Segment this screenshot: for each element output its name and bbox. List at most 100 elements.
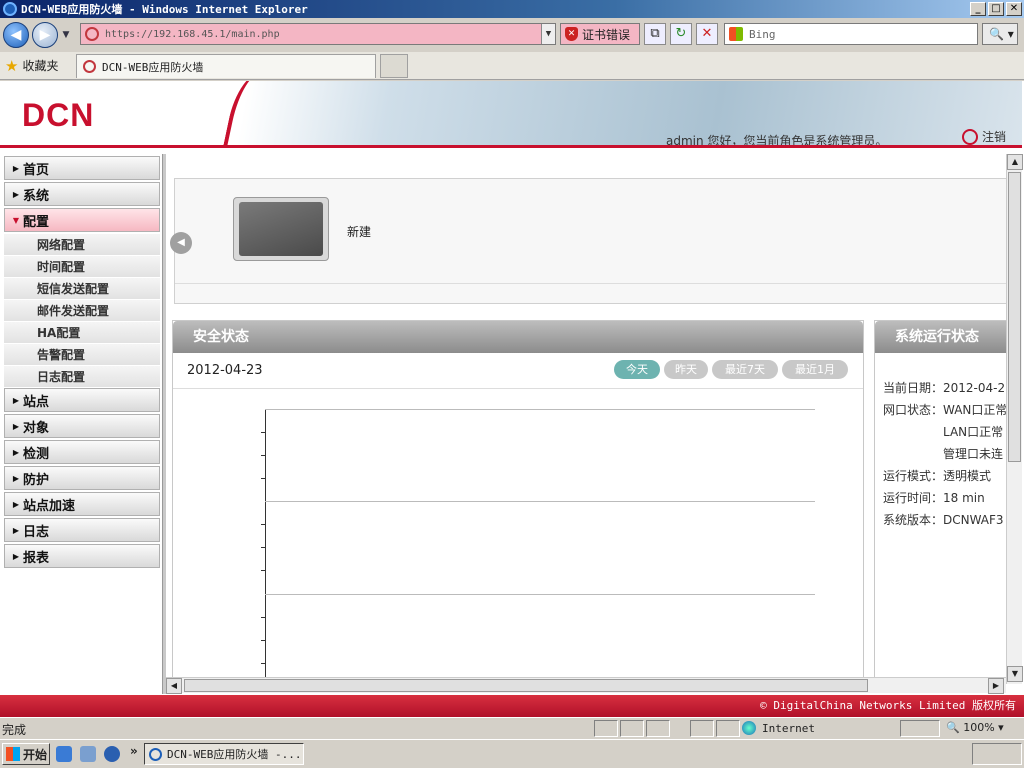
server-manager-icon[interactable] [80, 746, 96, 762]
status-value: DCNWAF3 [943, 513, 1004, 527]
scroll-down-icon[interactable]: ▼ [1007, 666, 1023, 682]
caret-right-icon: ▶ [12, 499, 20, 509]
status-segment [594, 720, 618, 737]
sidebar-subitem-ha[interactable]: HA配置 [4, 322, 160, 344]
vertical-scroll-thumb[interactable] [1008, 172, 1021, 462]
sidebar-item-logs[interactable]: ▶ 日志 [4, 518, 160, 542]
logout-link[interactable]: 注销 [962, 128, 1006, 145]
status-key: 当前日期： [883, 381, 944, 395]
chart-gridline [265, 501, 815, 502]
taskbar-item-ie[interactable]: DCN-WEB应用防火墙 -... [144, 743, 304, 765]
shield-error-icon: ✕ [565, 27, 578, 41]
history-dropdown-icon[interactable]: ▼ [60, 30, 72, 40]
sidebar-item-protect[interactable]: ▶ 防护 [4, 466, 160, 490]
protected-mode-button[interactable] [900, 720, 940, 737]
dcn-logo: DCN [22, 97, 95, 133]
security-date: 2012-04-23 [187, 363, 263, 378]
sidebar-item-label: 首页 [23, 162, 50, 178]
windows-flag-icon [6, 747, 20, 761]
status-row-mgmt: 管理口未连 [883, 445, 1003, 462]
monitor-icon [239, 202, 323, 256]
back-button[interactable]: ◀ [3, 22, 29, 48]
status-row-date: 当前日期：2012-04-2 [883, 379, 1005, 396]
compatibility-view-icon[interactable]: ⧉ [644, 23, 666, 45]
address-toolbar: ◀ ▶ ▼ https://192.168.45.1/main.php ▼ ✕ … [0, 18, 1024, 52]
range-7days-button[interactable]: 最近7天 [712, 360, 778, 379]
scroll-right-icon[interactable]: ▶ [988, 678, 1004, 694]
minimize-button[interactable]: _ [970, 2, 986, 16]
sidebar-item-label: 对象 [23, 420, 50, 436]
status-segment [690, 720, 714, 737]
sidebar-item-report[interactable]: ▶ 报表 [4, 544, 160, 568]
page-viewport: DCN admin 您好，您当前角色是系统管理员。 注销 ▶ 首页 ▶ 系统 ▼ 配置… [0, 81, 1024, 717]
chart-tick [261, 617, 265, 618]
status-value: WAN口正常 [943, 403, 1006, 417]
new-tab-button[interactable] [380, 54, 408, 78]
new-label[interactable]: 新建 [347, 223, 371, 240]
sidebar-subitem-log[interactable]: 日志配置 [4, 366, 160, 388]
status-row-lan: LAN口正常 [883, 423, 1003, 440]
favorites-label[interactable]: 收藏夹 [22, 57, 58, 74]
sidebar-item-home[interactable]: ▶ 首页 [4, 156, 160, 180]
sidebar-item-detect[interactable]: ▶ 检测 [4, 440, 160, 464]
maximize-button[interactable]: □ [988, 2, 1004, 16]
system-status-title: 系统运行状态 [875, 321, 1006, 353]
certificate-error-button[interactable]: ✕ 证书错误 [560, 23, 640, 45]
quicklaunch-overflow-icon[interactable]: » [130, 744, 138, 758]
address-text[interactable]: https://192.168.45.1/main.php [105, 29, 541, 40]
status-segment [716, 720, 740, 737]
sidebar-subitem-network[interactable]: 网络配置 [4, 234, 160, 256]
search-button[interactable]: 🔍 ▾ [982, 23, 1018, 45]
chart-y-axis [265, 409, 266, 682]
caret-down-icon: ▼ [12, 215, 20, 225]
system-tray[interactable] [972, 743, 1022, 765]
range-today-button[interactable]: 今天 [614, 360, 660, 379]
search-input[interactable]: Bing [724, 23, 978, 45]
sidebar-subitem-mail[interactable]: 邮件发送配置 [4, 300, 160, 322]
sidebar-item-object[interactable]: ▶ 对象 [4, 414, 160, 438]
ie-quicklaunch-icon[interactable] [104, 746, 120, 762]
sidebar-item-label: 系统 [23, 188, 50, 204]
sidebar-item-label: 日志 [23, 524, 50, 540]
status-value: 透明模式 [943, 469, 992, 483]
vertical-scrollbar[interactable]: ▲ ▼ [1006, 154, 1023, 684]
scroll-up-icon[interactable]: ▲ [1007, 154, 1023, 170]
sidebar-subitem-alarm[interactable]: 告警配置 [4, 344, 160, 366]
status-segment [620, 720, 644, 737]
start-button[interactable]: 开始 [2, 743, 50, 765]
quick-divider [175, 283, 1006, 284]
range-yesterday-button[interactable]: 昨天 [664, 360, 708, 379]
horizontal-scrollbar[interactable]: ◀ ▶ [166, 677, 1006, 694]
security-zone[interactable]: Internet [742, 721, 815, 735]
stop-icon[interactable]: ✕ [696, 23, 718, 45]
refresh-icon[interactable]: ↻ [670, 23, 692, 45]
task-label: DCN-WEB应用防火墙 -... [167, 748, 302, 761]
tab-favicon-icon [83, 60, 96, 73]
address-bar[interactable]: https://192.168.45.1/main.php ▼ [80, 23, 556, 45]
caret-right-icon: ▶ [12, 163, 20, 173]
sidebar-subitem-sms[interactable]: 短信发送配置 [4, 278, 160, 300]
show-desktop-icon[interactable] [56, 746, 72, 762]
address-dropdown-icon[interactable]: ▼ [541, 24, 555, 44]
bing-logo-icon [729, 27, 743, 41]
scroll-left-arrow-icon[interactable]: ◀ [170, 232, 192, 254]
security-status-title: 安全状态 [173, 321, 863, 353]
sidebar-item-site[interactable]: ▶ 站点 [4, 388, 160, 412]
sidebar-item-accel[interactable]: ▶ 站点加速 [4, 492, 160, 516]
key-icon [962, 128, 978, 145]
close-window-button[interactable]: ✕ [1006, 2, 1022, 16]
caret-right-icon: ▶ [12, 473, 20, 483]
chart-gridline [265, 594, 815, 595]
favorites-star-icon[interactable]: ★ [5, 57, 18, 75]
zoom-level[interactable]: 🔍 100% ▾ [946, 721, 1004, 734]
horizontal-scroll-thumb[interactable] [184, 679, 868, 692]
scroll-left-icon[interactable]: ◀ [166, 678, 182, 694]
range-1month-button[interactable]: 最近1月 [782, 360, 848, 379]
sidebar-item-config[interactable]: ▼ 配置 [4, 208, 160, 232]
sidebar-item-system[interactable]: ▶ 系统 [4, 182, 160, 206]
browser-status-bar: 完成 Internet 🔍 100% ▾ [0, 717, 1024, 739]
sidebar-subitem-time[interactable]: 时间配置 [4, 256, 160, 278]
forward-button[interactable]: ▶ [32, 22, 58, 48]
new-device-button[interactable] [233, 197, 329, 261]
browser-tab[interactable]: DCN-WEB应用防火墙 [76, 54, 376, 78]
